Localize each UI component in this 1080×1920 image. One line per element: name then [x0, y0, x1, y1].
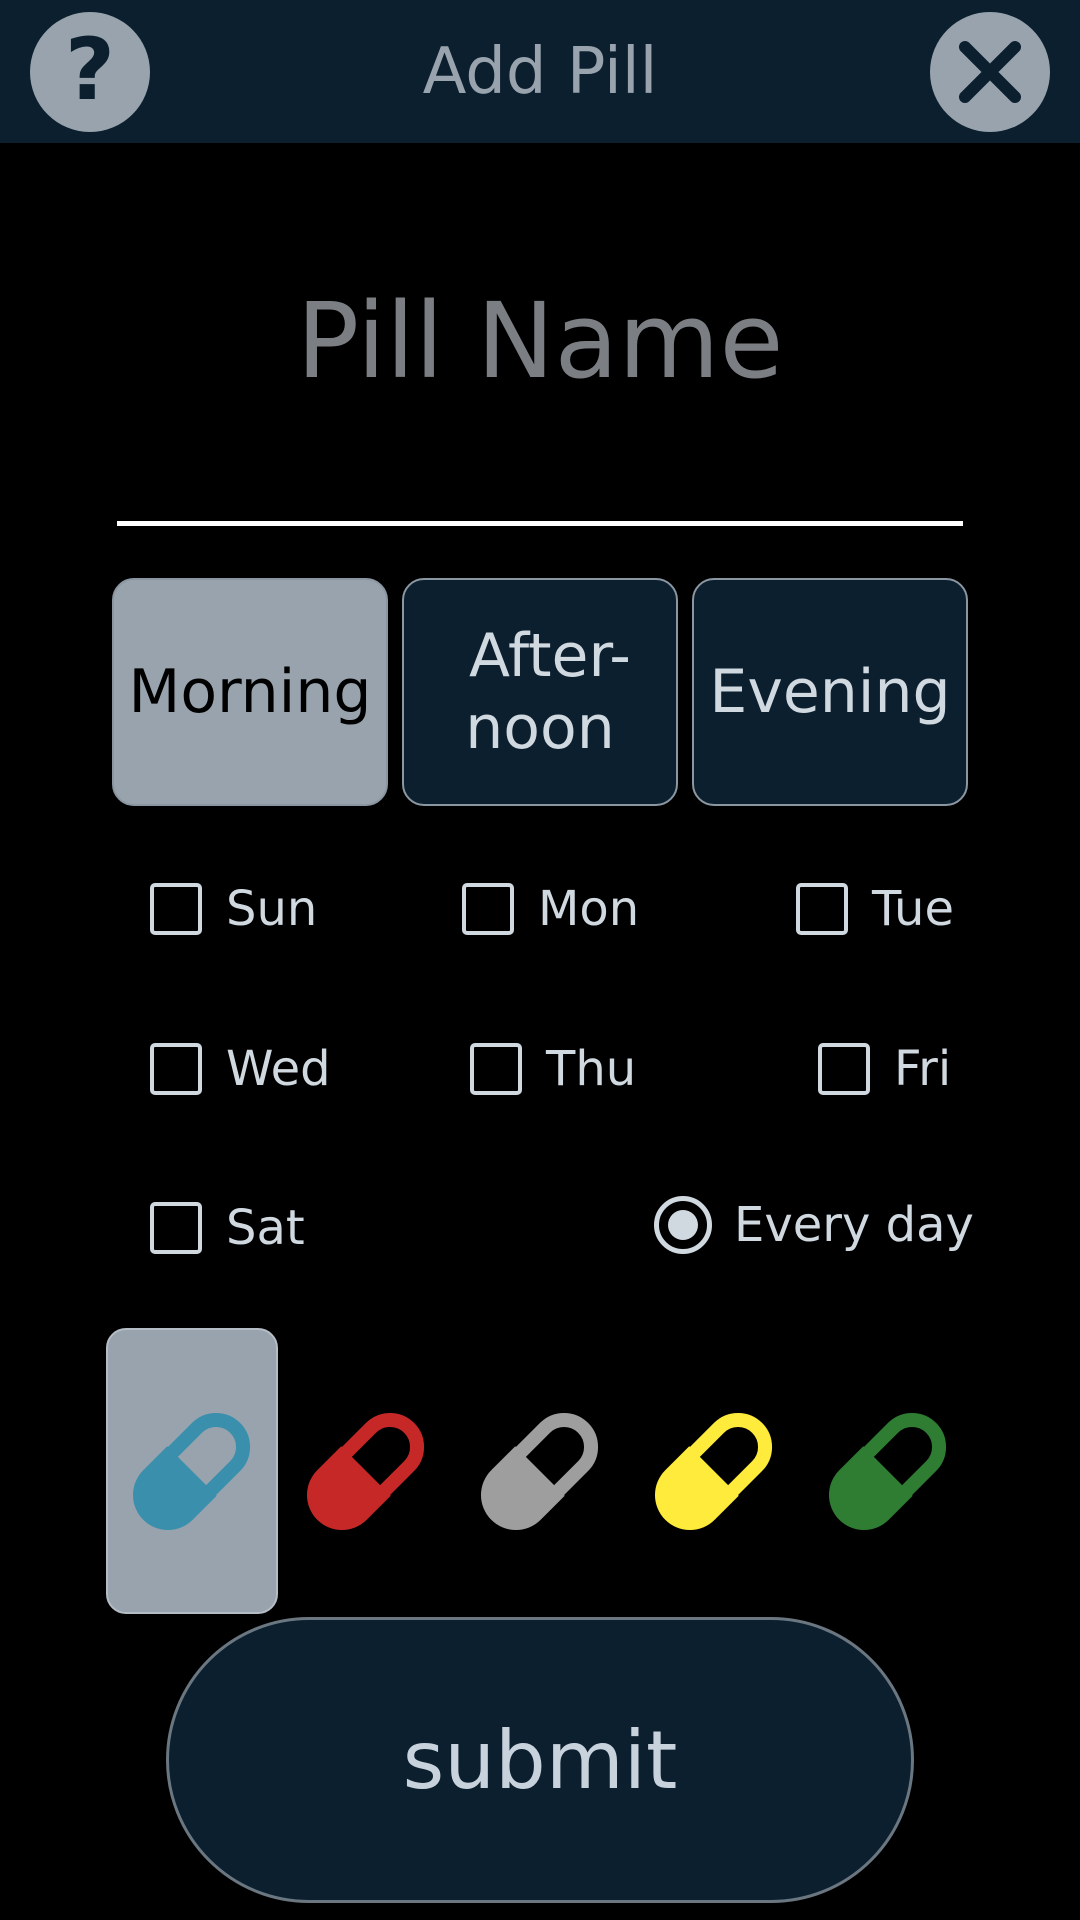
day-sun-label: Sun	[226, 881, 318, 937]
day-wed[interactable]: Wed	[150, 1041, 331, 1097]
checkbox-fri[interactable]	[818, 1043, 870, 1095]
radio-selected-dot	[668, 1210, 698, 1240]
page-title: Add Pill	[422, 34, 658, 109]
evening-button[interactable]: Evening	[692, 578, 968, 806]
close-icon	[959, 41, 1021, 103]
color-gray-button[interactable]	[454, 1328, 626, 1614]
every-day-option[interactable]: Every day	[654, 1196, 974, 1254]
day-fri-label: Fri	[894, 1041, 952, 1097]
day-fri[interactable]: Fri	[818, 1041, 951, 1097]
color-blue-button[interactable]	[106, 1328, 278, 1614]
day-thu-label: Thu	[546, 1041, 637, 1097]
pill-icon	[306, 1412, 425, 1531]
day-sat-label: Sat	[226, 1200, 305, 1256]
day-sun[interactable]: Sun	[150, 881, 317, 937]
color-green-button[interactable]	[802, 1328, 974, 1614]
submit-button[interactable]: submit	[166, 1617, 914, 1903]
day-wed-label: Wed	[226, 1041, 331, 1097]
checkbox-thu[interactable]	[470, 1043, 522, 1095]
day-sat[interactable]: Sat	[150, 1200, 305, 1256]
color-yellow-button[interactable]	[628, 1328, 800, 1614]
checkbox-tue[interactable]	[796, 883, 848, 935]
morning-label: Morning	[128, 657, 372, 727]
day-mon[interactable]: Mon	[462, 881, 639, 937]
pill-name-input[interactable]	[117, 270, 963, 526]
help-icon: ?	[65, 20, 115, 120]
day-thu[interactable]: Thu	[470, 1041, 636, 1097]
color-red-button[interactable]	[280, 1328, 452, 1614]
afternoon-button[interactable]: After- noon	[402, 578, 678, 806]
add-pill-screen: Add Pill ? Morning After- noon Evening S…	[0, 0, 1080, 1920]
morning-button[interactable]: Morning	[112, 578, 388, 806]
checkbox-mon[interactable]	[462, 883, 514, 935]
afternoon-label-line2: noon	[465, 693, 615, 763]
checkbox-sat[interactable]	[150, 1202, 202, 1254]
close-button[interactable]	[930, 12, 1050, 132]
afternoon-label-line1: After-	[469, 621, 631, 691]
afternoon-label: After- noon	[449, 620, 631, 764]
day-mon-label: Mon	[538, 881, 640, 937]
pill-icon	[132, 1412, 251, 1531]
pill-icon	[480, 1412, 599, 1531]
checkbox-sun[interactable]	[150, 883, 202, 935]
every-day-radio[interactable]	[654, 1196, 712, 1254]
checkbox-wed[interactable]	[150, 1043, 202, 1095]
day-tue-label: Tue	[872, 881, 954, 937]
day-tue[interactable]: Tue	[796, 881, 954, 937]
pill-icon	[828, 1412, 947, 1531]
pill-icon	[654, 1412, 773, 1531]
header-bar: Add Pill ?	[0, 0, 1080, 143]
submit-label: submit	[402, 1713, 678, 1807]
help-button[interactable]: ?	[30, 12, 150, 132]
evening-label: Evening	[709, 657, 951, 727]
every-day-label: Every day	[734, 1197, 974, 1253]
